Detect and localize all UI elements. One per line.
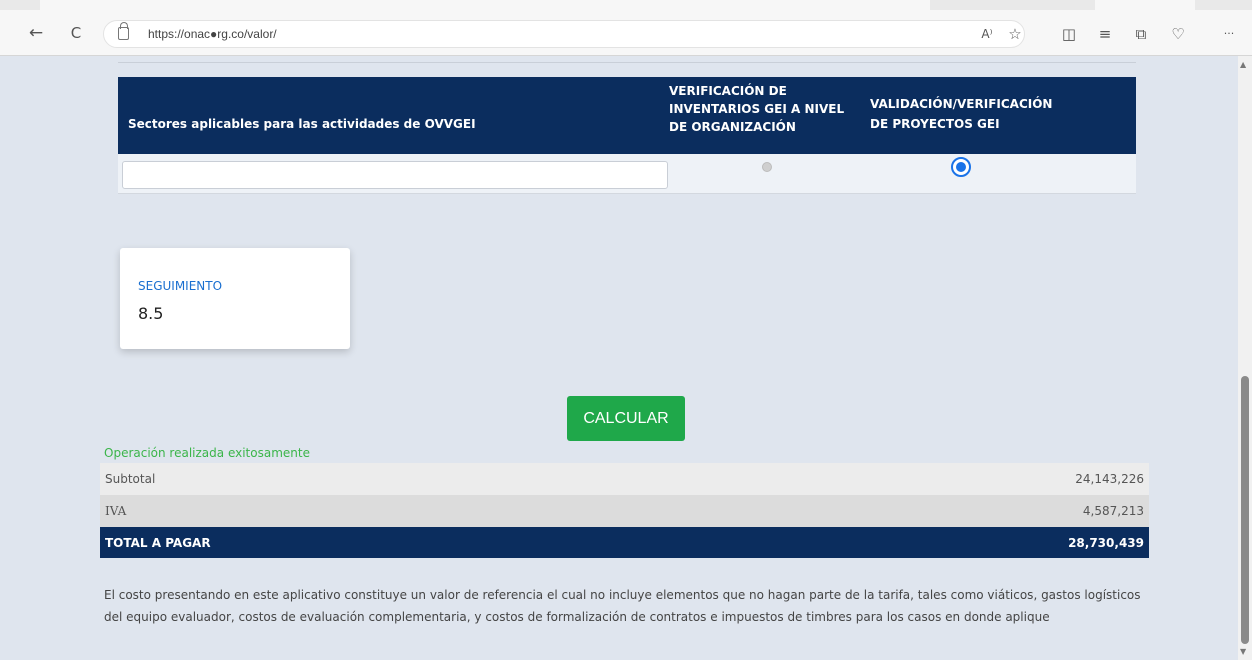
split-screen-icon[interactable]: ◫ [1058,24,1080,44]
url-text[interactable]: https://onac●rg.co/valor/ [148,27,277,41]
back-icon[interactable]: ← [24,22,48,44]
inventory-verification-radio[interactable] [762,162,772,172]
subtotal-value: 24,143,226 [1075,472,1144,486]
subtotal-label: Subtotal [105,472,156,486]
header-inventory-verification: VERIFICACIÓN DE INVENTARIOS GEI A NIVEL … [669,84,845,134]
sectors-table-header: Sectores aplicables para las actividades… [118,77,1136,154]
scrollbar-thumb[interactable] [1241,376,1249,644]
calculate-button[interactable]: CALCULAR [567,396,685,441]
subtotal-row: Subtotal 24,143,226 [100,463,1149,495]
iva-row: IVA 4,587,213 [100,495,1149,527]
refresh-icon[interactable]: C [64,22,88,44]
seguimiento-card: SEGUIMIENTO 8.5 [120,248,350,349]
address-bar[interactable]: https://onac●rg.co/valor/ [103,20,1025,48]
header-project-validation: VALIDACIÓN/VERIFICACIÓN DE PROYECTOS GEI [870,97,1053,131]
more-icon[interactable]: ··· [1218,24,1240,44]
scroll-down-icon[interactable]: ▼ [1240,647,1246,656]
tab-strip [0,0,1252,10]
totals-table: Subtotal 24,143,226 IVA 4,587,213 TOTAL … [100,463,1149,558]
favorite-icon[interactable]: ☆ [1004,24,1026,44]
browser-tab[interactable] [1095,0,1195,10]
total-value: 28,730,439 [1068,536,1144,550]
iva-label: IVA [105,504,127,518]
sectors-table: Sectores aplicables para las actividades… [118,77,1136,194]
read-aloud-icon[interactable]: A⁾ [976,24,998,44]
seguimiento-label: SEGUIMIENTO [138,279,223,293]
scroll-up-icon[interactable]: ▲ [1240,60,1246,69]
disclaimer-text: El costo presentando en este aplicativo … [104,588,1141,624]
active-tab[interactable] [40,0,930,10]
iva-value: 4,587,213 [1082,504,1144,518]
sector-input[interactable] [122,161,668,189]
collections-icon[interactable]: ⧉ [1130,24,1152,44]
seguimiento-value: 8.5 [138,304,164,323]
browser-essentials-icon[interactable]: ♡ [1167,24,1189,44]
project-validation-radio[interactable] [951,157,971,177]
total-row: TOTAL A PAGAR 28,730,439 [100,527,1149,558]
favorites-list-icon[interactable]: ≡ [1094,24,1116,44]
success-message: Operación realizada exitosamente [104,446,310,460]
divider [118,62,1136,63]
lock-icon[interactable] [118,22,129,40]
browser-toolbar: ← C https://onac●rg.co/valor/ A⁾ ☆ ◫ ≡ ⧉… [0,0,1252,56]
sectors-table-row [118,154,1136,194]
page-scrollbar[interactable]: ▲ ▼ [1238,56,1252,660]
total-label: TOTAL A PAGAR [105,536,211,550]
header-sectors: Sectores aplicables para las actividades… [128,117,476,131]
